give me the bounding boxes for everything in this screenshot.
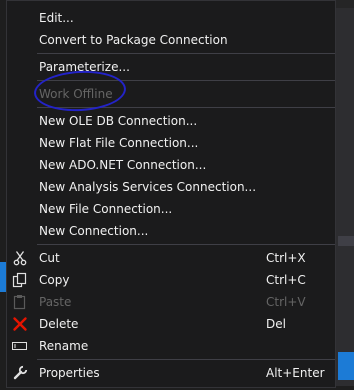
menu-item-rename[interactable]: Rename	[7, 335, 335, 357]
menu-item-label: Edit...	[39, 11, 74, 25]
delete-x-icon	[12, 316, 28, 332]
menu-item-label: New Flat File Connection...	[39, 136, 199, 150]
menu-item-cut[interactable]: Cut Ctrl+X	[7, 247, 335, 269]
menu-item-label: New File Connection...	[39, 202, 173, 216]
menu-item-label: New Analysis Services Connection...	[39, 180, 257, 194]
menu-item-new-connection[interactable]: New Connection...	[7, 220, 335, 242]
shortcut-text: Ctrl+V	[266, 295, 306, 309]
menu-item-new-ole-db-connection[interactable]: New OLE DB Connection...	[7, 110, 335, 132]
menu-item-copy[interactable]: Copy Ctrl+C	[7, 269, 335, 291]
background-selection-segment	[338, 352, 354, 380]
menu-item-label: Delete	[39, 317, 79, 331]
menu-item-label: Paste	[39, 295, 72, 309]
shortcut-text: Del	[266, 317, 286, 331]
wrench-icon	[12, 365, 28, 381]
menu-item-delete[interactable]: Delete Del	[7, 313, 335, 335]
menu-item-new-flat-file-connection[interactable]: New Flat File Connection...	[7, 132, 335, 154]
menu-separator	[37, 359, 335, 360]
menu-item-properties[interactable]: Properties Alt+Enter	[7, 362, 335, 384]
context-menu: Edit... Convert to Package Connection Pa…	[6, 0, 336, 388]
menu-item-new-adonet-connection[interactable]: New ADO.NET Connection...	[7, 154, 335, 176]
menu-item-edit[interactable]: Edit...	[7, 7, 335, 29]
background-scroll-segment	[338, 236, 354, 246]
menu-item-label: New ADO.NET Connection...	[39, 158, 207, 172]
copy-icon	[12, 272, 28, 288]
menu-item-label: New Connection...	[39, 224, 149, 238]
menu-item-label: Properties	[39, 366, 100, 380]
paste-icon	[12, 294, 28, 310]
menu-item-convert-to-package-connection[interactable]: Convert to Package Connection	[7, 29, 335, 51]
menu-separator	[37, 244, 335, 245]
menu-separator	[37, 53, 335, 54]
menu-item-paste: Paste Ctrl+V	[7, 291, 335, 313]
shortcut-text: Alt+Enter	[266, 366, 325, 380]
shortcut-text: Ctrl+X	[266, 251, 306, 265]
rename-icon	[12, 338, 28, 354]
menu-item-label: Cut	[39, 251, 60, 265]
menu-item-label: Convert to Package Connection	[39, 33, 228, 47]
menu-item-label: New OLE DB Connection...	[39, 114, 198, 128]
menu-item-label: Copy	[39, 273, 70, 287]
menu-item-new-file-connection[interactable]: New File Connection...	[7, 198, 335, 220]
menu-item-new-analysis-services-connection[interactable]: New Analysis Services Connection...	[7, 176, 335, 198]
shortcut-text: Ctrl+C	[266, 273, 306, 287]
scissors-icon	[12, 250, 28, 266]
menu-item-label: Rename	[39, 339, 89, 353]
